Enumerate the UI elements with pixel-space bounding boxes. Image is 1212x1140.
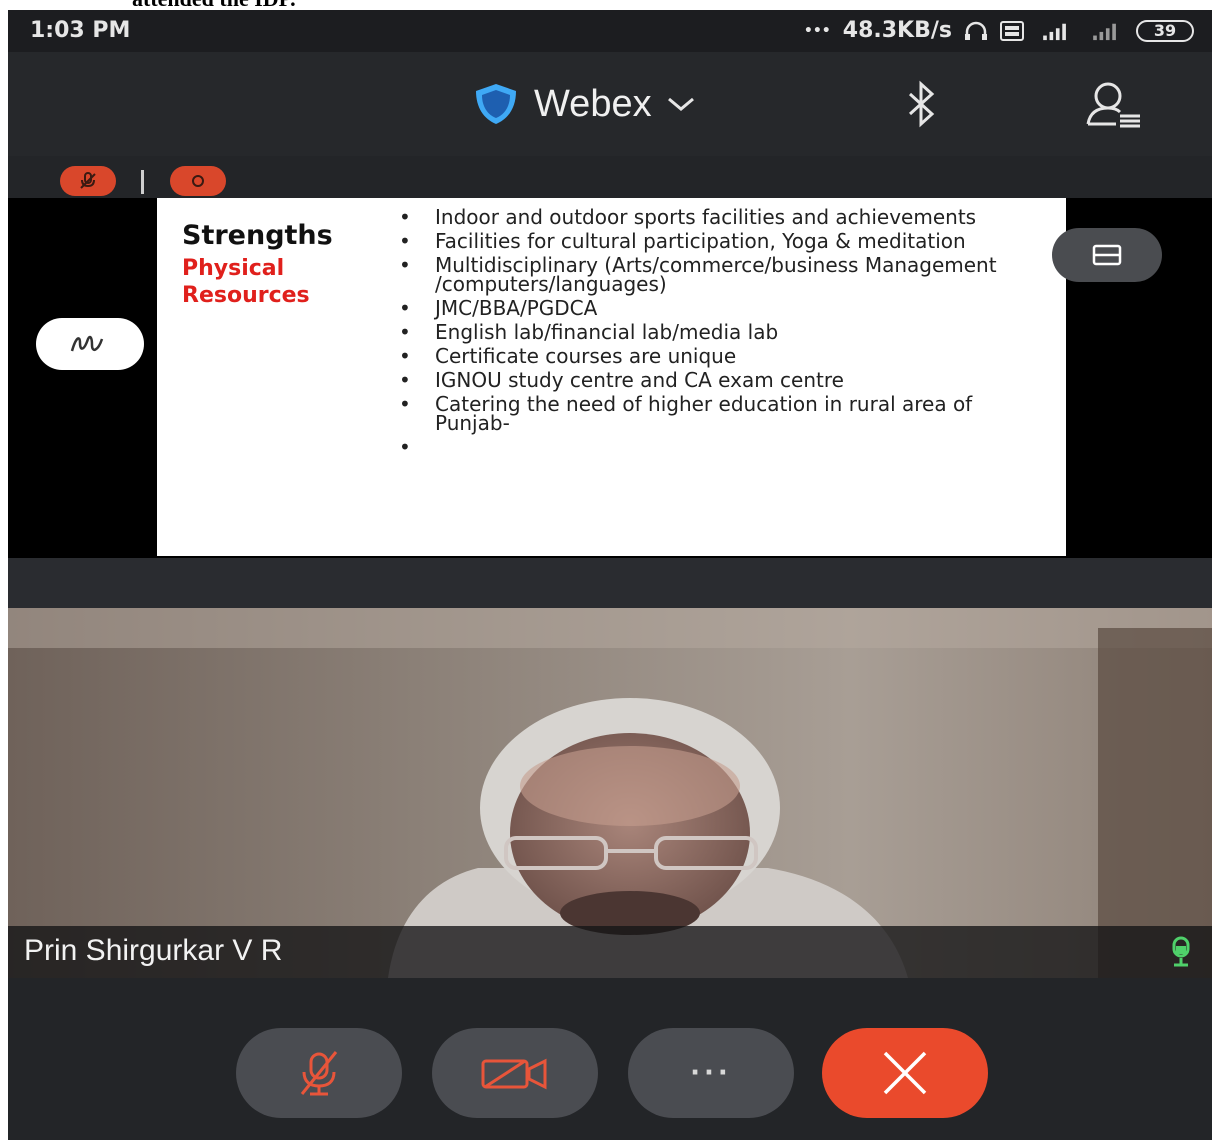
end-call-button[interactable]: [822, 1028, 988, 1118]
status-bar: 1:03 PM ••• 48.3KB/s 39: [8, 10, 1212, 52]
layout-toggle-button[interactable]: [1052, 228, 1162, 282]
app-title: Webex: [534, 82, 652, 125]
slide-heading: Strengths: [182, 220, 333, 251]
signal-secondary-icon: [1093, 23, 1116, 40]
video-toggle-button[interactable]: [432, 1028, 598, 1118]
slide-bullet: Indoor and outdoor sports facilities and…: [389, 207, 1049, 227]
recording-icon: [192, 175, 204, 187]
layout-icon: [1092, 244, 1122, 266]
meeting-indicators: [8, 156, 1212, 198]
mic-off-icon: [300, 1051, 338, 1096]
document-caption: attended the IDP.: [0, 0, 1212, 10]
participants-icon: [1086, 82, 1140, 128]
status-right: ••• 48.3KB/s 39: [804, 18, 1194, 43]
chevron-down-icon: [667, 97, 694, 111]
shared-content-area: Strengths Physical Resources Indoor and …: [8, 198, 1212, 558]
participants-button[interactable]: [1086, 80, 1142, 132]
shield-icon: [476, 84, 516, 124]
indicator-divider: [141, 170, 144, 194]
net-speed: 48.3KB/s: [842, 18, 952, 43]
mic-active-icon: [1172, 936, 1190, 967]
slide-bullet: IGNOU study centre and CA exam centre: [389, 370, 1049, 390]
phone-screen: 1:03 PM ••• 48.3KB/s 39 Webex Strengths …: [8, 10, 1212, 1140]
presentation-slide: Strengths Physical Resources Indoor and …: [157, 198, 1066, 556]
call-controls: ···: [8, 978, 1212, 1140]
participant-video[interactable]: Prin Shirgurkar V R: [8, 608, 1212, 978]
slide-bullet: [389, 438, 1049, 458]
bluetooth-icon: [908, 80, 935, 128]
video-off-icon: [481, 1058, 547, 1090]
slide-bullet: Certificate courses are unique: [389, 346, 1049, 366]
app-title-dropdown[interactable]: Webex: [472, 82, 696, 126]
annotate-button[interactable]: [36, 318, 144, 370]
battery-icon: 39: [1136, 19, 1194, 42]
slide-bullet: Facilities for cultural participation, Y…: [389, 231, 1049, 251]
document-caption-text: attended the IDP.: [132, 0, 296, 10]
content-gap: [8, 558, 1212, 608]
slide-heading-block: Strengths Physical Resources: [182, 220, 372, 309]
muted-indicator[interactable]: [60, 166, 116, 196]
activity-dots-icon: •••: [803, 22, 831, 39]
status-time: 1:03 PM: [30, 18, 131, 43]
signal-4g-icon: [1043, 23, 1066, 40]
slide-bullet: JMC/BBA/PGDCA: [389, 298, 1049, 318]
participant-name: Prin Shirgurkar V R: [24, 934, 283, 967]
annotate-pen-icon: [70, 335, 104, 352]
volte-icon: [1000, 20, 1024, 41]
slide-subheading: Physical Resources: [182, 256, 310, 308]
mute-button[interactable]: [236, 1028, 402, 1118]
slide-bullet: English lab/financial lab/media lab: [389, 322, 1049, 342]
video-frame-image: [8, 608, 1212, 978]
participant-name-bar: Prin Shirgurkar V R: [8, 926, 1212, 978]
muted-mic-icon: [80, 172, 96, 189]
app-header: Webex: [8, 52, 1212, 156]
more-options-button[interactable]: ···: [628, 1028, 794, 1118]
close-icon: [883, 1051, 927, 1095]
more-options-icon: ···: [690, 1058, 732, 1088]
bluetooth-button[interactable]: [902, 80, 942, 132]
recording-indicator[interactable]: [170, 166, 226, 196]
slide-bullet-list: Indoor and outdoor sports facilities and…: [389, 207, 1049, 463]
slide-bullet: Catering the need of higher education in…: [389, 394, 1049, 433]
slide-bullet: Multidisciplinary (Arts/commerce/busines…: [389, 255, 1049, 294]
headphones-icon: [965, 21, 987, 40]
